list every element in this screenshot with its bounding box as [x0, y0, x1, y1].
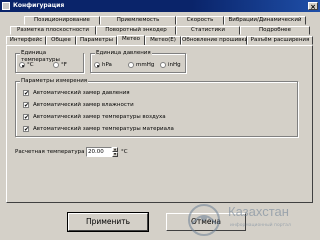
- auto-pressure-label: Автоматический замер давления: [33, 89, 130, 96]
- auto-humidity-label: Автоматический замер влажности: [33, 101, 134, 108]
- auto-air-temp-label: Автоматический замер температуры воздуха: [33, 113, 166, 120]
- radio-hpa-label: hPa: [102, 61, 112, 68]
- calc-temp-input[interactable]: 20.00: [86, 147, 112, 157]
- tab-general[interactable]: Общее: [46, 36, 76, 45]
- tab-meteo-e[interactable]: Метео(E): [145, 36, 181, 45]
- checkbox-auto-humidity[interactable]: ✔: [23, 102, 29, 109]
- tab-parameters[interactable]: Параметры: [76, 36, 117, 45]
- watermark-logo-icon: [188, 204, 220, 236]
- title-bar: Конфигурация ×: [0, 0, 320, 12]
- tab-rotary-encoder[interactable]: Поворотный энкодер: [96, 26, 176, 35]
- radio-hpa[interactable]: [94, 62, 100, 68]
- measurement-parameters-legend: Параметры измерения: [20, 78, 89, 85]
- watermark-subtext: информационный портал: [230, 223, 291, 228]
- tab-flatness[interactable]: Разметка плоскостности: [10, 26, 96, 35]
- tab-meteo[interactable]: Метео: [117, 35, 145, 45]
- checkbox-auto-material-temp[interactable]: ✔: [23, 126, 29, 133]
- tab-acceptability[interactable]: Приемлемость: [100, 16, 176, 25]
- radio-inhg-label: inHg: [168, 61, 181, 68]
- checkbox-auto-pressure[interactable]: ✔: [23, 90, 29, 97]
- pressure-unit-legend: Единица давления: [95, 50, 152, 57]
- calc-temp-spinner[interactable]: ▲ ▼: [112, 147, 118, 157]
- tab-firmware-update[interactable]: Обновление прошивки: [181, 36, 248, 45]
- spin-down-icon[interactable]: ▼: [112, 152, 118, 157]
- tab-statistics[interactable]: Статистики: [176, 26, 240, 35]
- radio-celsius-label: °C: [27, 61, 34, 68]
- apply-button[interactable]: Применить: [67, 212, 149, 232]
- watermark: Казахстан информационный портал: [180, 200, 320, 240]
- tab-positioning[interactable]: Позиционирование: [24, 16, 100, 25]
- calc-temp-label: Расчетная температура: [15, 149, 85, 155]
- radio-fahrenheit[interactable]: [53, 62, 59, 68]
- calc-temp-unit: °C: [121, 149, 128, 155]
- radio-mmhg-label: mmHg: [136, 61, 155, 68]
- watermark-text: Казахстан: [228, 204, 289, 219]
- radio-fahrenheit-label: °F: [61, 61, 67, 68]
- tab-expansion-port[interactable]: Разъём расширения: [247, 36, 313, 45]
- tab-vibration[interactable]: Вибрации/Динамический: [224, 16, 306, 25]
- app-icon: [2, 2, 10, 10]
- temperature-unit-group: Единица температуры: [15, 50, 84, 73]
- radio-celsius[interactable]: [19, 62, 25, 68]
- tab-speed[interactable]: Скорость: [176, 16, 224, 25]
- radio-inhg[interactable]: [160, 62, 166, 68]
- tab-details[interactable]: Подробнее: [240, 26, 310, 35]
- auto-material-temp-label: Автоматический замер температуры материа…: [33, 125, 174, 132]
- close-button[interactable]: ×: [308, 2, 318, 11]
- tab-interface[interactable]: Интерфейс: [6, 36, 46, 45]
- checkbox-auto-air-temp[interactable]: ✔: [23, 114, 29, 121]
- window-title: Конфигурация: [13, 2, 65, 9]
- radio-mmhg[interactable]: [128, 62, 134, 68]
